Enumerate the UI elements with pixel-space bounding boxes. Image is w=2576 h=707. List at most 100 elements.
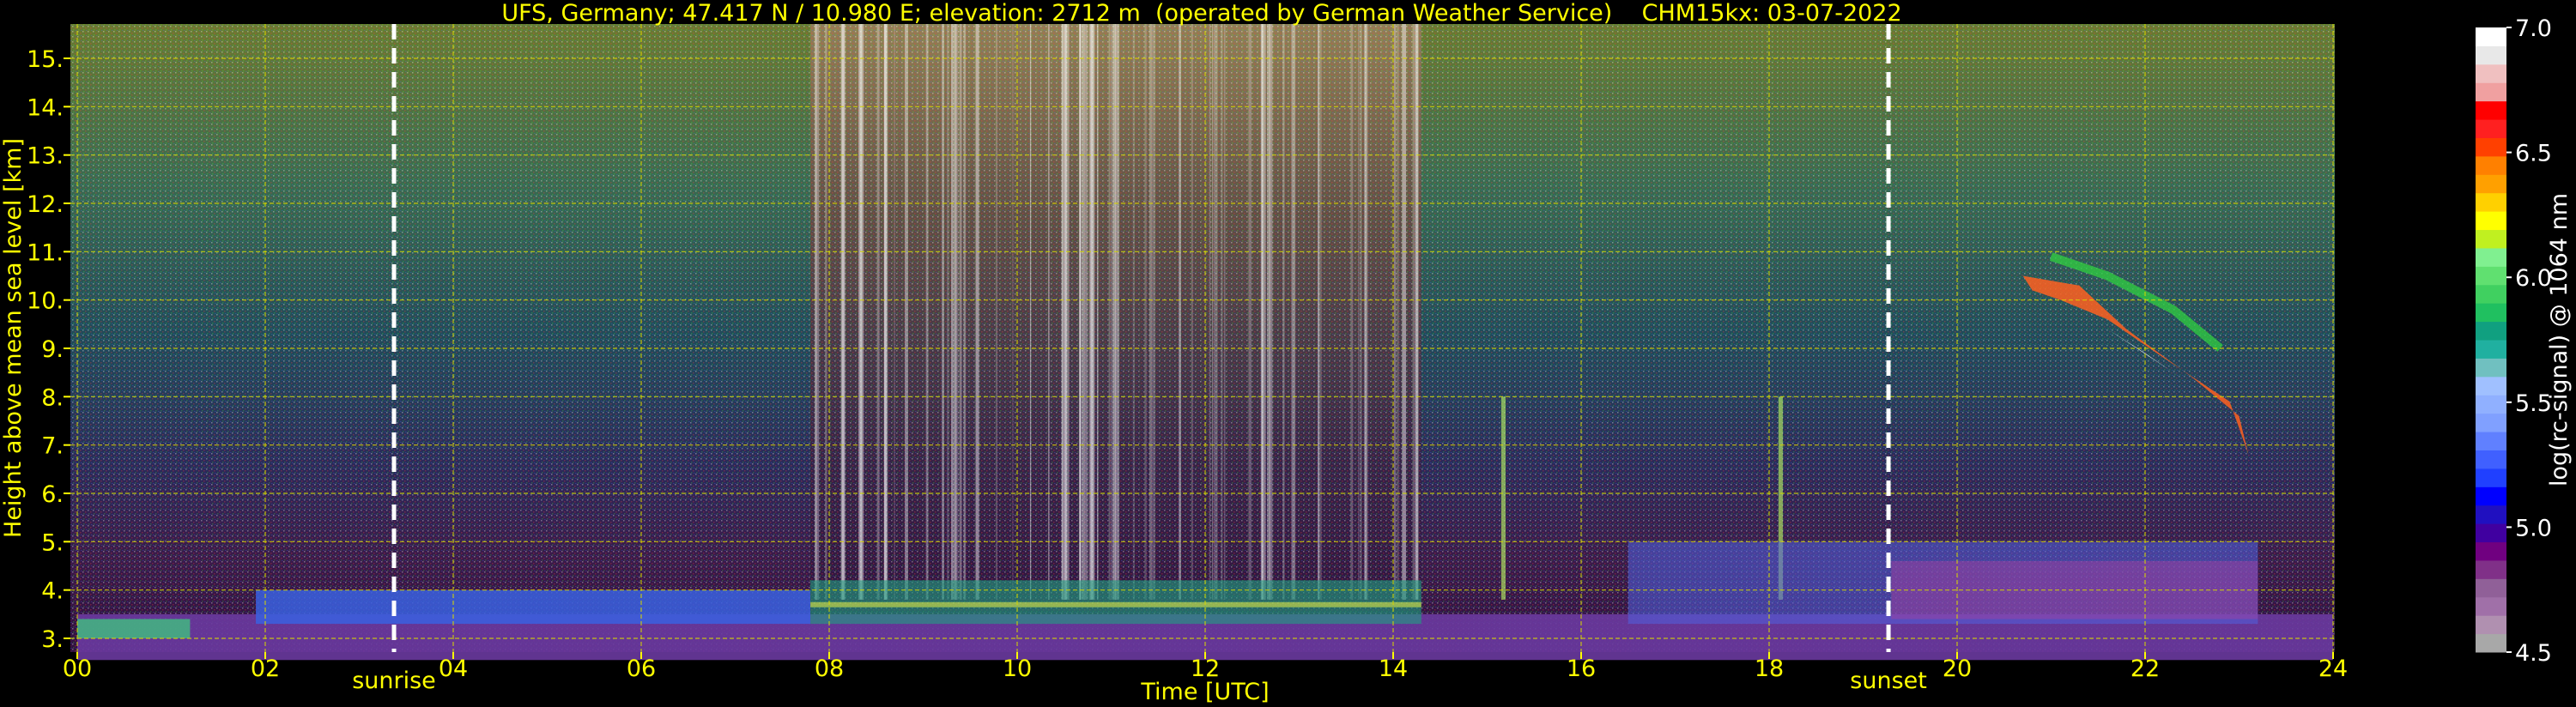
y-tick-label: 4. [41,578,64,605]
streak [841,24,845,600]
sun-marker-label: sunrise [352,668,436,694]
colorbar-tick-label: 5.0 [2515,515,2552,541]
streak [883,24,888,600]
streak [1318,24,1319,600]
streak [1291,24,1296,600]
y-tick-label: 6. [41,481,64,508]
streak [1179,24,1181,600]
y-axis-label: Height above mean sea level [km] [0,138,27,538]
colorbar-segment [2476,340,2506,359]
x-tick-label: 08 [815,656,844,682]
colorbar-segment [2476,395,2506,414]
y-tick-label: 11. [27,239,64,266]
colorbar-segment [2476,155,2506,175]
colorbar-tick-label: 7.0 [2515,15,2552,42]
x-tick-label: 00 [63,656,92,682]
streak [1282,24,1285,600]
colorbar-segment [2476,229,2506,249]
colorbar-segment [2476,450,2506,469]
streak [946,24,949,600]
colorbar-segment [2476,358,2506,378]
x-axis-label: Time [UTC] [1140,679,1269,705]
streak [1079,24,1081,600]
streak [1152,24,1155,600]
x-tick-label: 22 [2131,656,2160,682]
colorbar-label: log(rc-signal) @ 1064 nm [2546,193,2573,486]
colorbar-segment [2476,413,2506,432]
streak [1415,24,1419,600]
aerosol-layer [256,589,811,625]
streak [1358,24,1361,600]
y-tick-label: 14. [27,94,64,121]
streak [1108,24,1110,600]
y-tick-label: 5. [41,529,64,556]
streak [1029,24,1032,600]
x-tick-label: 14 [1379,656,1408,682]
lidar-chart: sunrise sunset UFS, Germany; 47.417 N / 1… [0,0,2573,705]
streak [952,24,956,600]
streak [1412,24,1415,600]
streak [905,24,908,600]
aerosol-layer [77,619,191,638]
colorbar-segment [2476,266,2506,286]
colorbar-segment [2476,376,2506,396]
aerosol-layer [810,601,1421,607]
colorbar-tick-label: 6.5 [2515,141,2552,167]
x-tick-label: 20 [1943,656,1972,682]
colorbar-segment [2476,321,2506,341]
streak [1393,24,1397,600]
streak [1047,24,1050,600]
colorbar-segment [2476,541,2506,561]
streak [815,24,820,600]
streak [1263,24,1266,600]
colorbar-segment [2476,468,2506,487]
streak [1221,24,1223,600]
streak [862,24,864,600]
streak [925,24,929,600]
x-tick-label: 24 [2318,656,2348,682]
colorbar-segment [2476,45,2506,65]
y-tick-label: 15. [27,46,64,73]
colorbar-segment [2476,27,2506,46]
x-tick-label: 04 [439,656,468,682]
colorbar-ticks: 4.55.05.56.06.57.0 [2506,15,2552,667]
streak [1248,24,1252,600]
streak [963,24,967,600]
colorbar-segment [2476,523,2506,543]
streak [894,24,896,600]
y-tick-label: 12. [27,191,64,218]
streak [959,24,962,600]
colorbar [2476,27,2506,653]
colorbar-segment [2476,82,2506,102]
streak [1223,24,1226,600]
colorbar-segment [2476,559,2506,579]
colorbar-segment [2476,303,2506,323]
streak [975,24,979,600]
streak [1269,24,1273,600]
colorbar-segment [2476,578,2506,598]
y-tick-label: 3. [41,626,64,653]
colorbar-segment [2476,505,2506,524]
streak [1214,24,1218,600]
x-tick-label: 16 [1567,656,1596,682]
streak [1500,396,1506,600]
streak [1112,24,1113,600]
streak [1191,24,1193,600]
y-tick-label: 13. [27,143,64,170]
colorbar-segment [2476,284,2506,304]
y-axis: 3. 4. 5. 6. 7. 8. 9. 10. 11. 12. 13. 14. 15. [27,46,70,653]
streak [825,24,827,600]
colorbar-segment [2476,100,2506,120]
plot-area: sunrise sunset [70,24,2335,694]
colorbar-segment [2476,633,2506,653]
x-tick-label: 02 [251,656,280,682]
colorbar-segment [2476,119,2506,138]
x-tick-label: 06 [627,656,656,682]
streak [1064,24,1070,600]
streak [1402,24,1407,600]
streak [1132,24,1135,600]
colorbar-segment [2476,615,2506,635]
streak [1209,24,1211,600]
y-tick-label: 9. [41,336,64,363]
streak [1096,24,1099,600]
